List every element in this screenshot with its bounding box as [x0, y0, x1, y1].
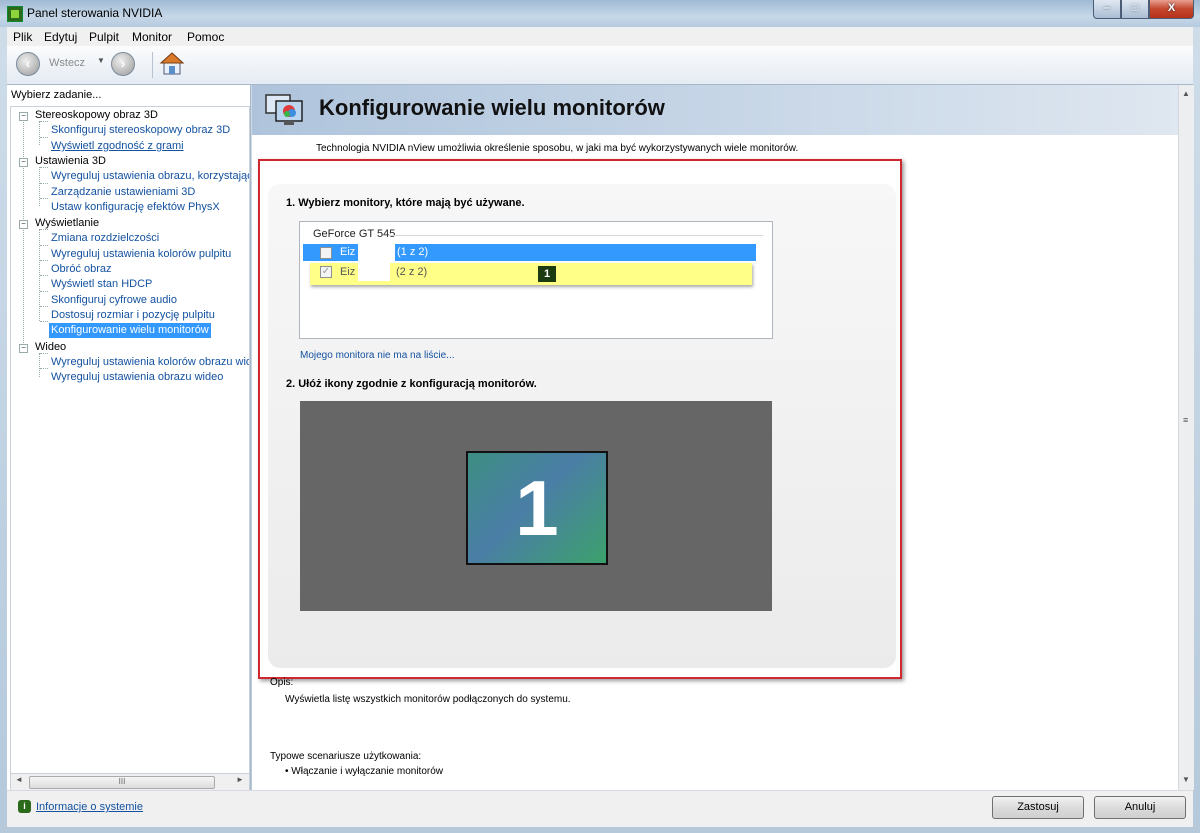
- task-pane: Wybierz zadanie... − Stereoskopowy obraz…: [7, 85, 251, 791]
- scenarios-label: Typowe scenariusze użytkowania:: [270, 751, 422, 762]
- tree-item-physx[interactable]: Ustaw konfigurację efektów PhysX: [51, 200, 220, 215]
- menu-pulpit[interactable]: Pulpit: [89, 30, 119, 44]
- page-description: Technologia NVIDIA nView umożliwia okreś…: [316, 143, 799, 154]
- monitor-row-2[interactable]: ✓ Eiz (2 z 2) 1: [310, 259, 752, 285]
- tree-category-3d-settings[interactable]: Ustawienia 3D: [35, 154, 106, 169]
- collapse-3d-settings-icon[interactable]: −: [19, 158, 28, 167]
- task-tree: − Stereoskopowy obraz 3D Skonfiguruj ste…: [10, 106, 250, 775]
- history-dropdown-icon[interactable]: ▼: [97, 56, 105, 65]
- description-text: Wyświetla listę wszystkich monitorów pod…: [285, 694, 571, 705]
- tree-item-game-compatibility[interactable]: Wyświetl zgodność z grami: [51, 139, 184, 154]
- redaction: [358, 259, 390, 281]
- nvidia-control-panel-window: Panel sterowania NVIDIA – □ X Plik Edytu…: [0, 0, 1200, 833]
- close-button[interactable]: X: [1149, 0, 1194, 19]
- page-title: Konfigurowanie wielu monitorów: [319, 95, 665, 120]
- description-label: Opis:: [270, 677, 294, 688]
- tree-category-stereo-3d[interactable]: Stereoskopowy obraz 3D: [35, 108, 158, 123]
- home-icon[interactable]: [159, 51, 185, 77]
- tree-item-desktop-size[interactable]: Dostosuj rozmiar i pozycję pulpitu: [51, 308, 215, 323]
- scenario-item: • Włączanie i wyłączanie monitorów: [285, 766, 444, 777]
- tree-item-resolution[interactable]: Zmiana rozdzielczości: [51, 231, 159, 246]
- menu-edytuj[interactable]: Edytuj: [44, 30, 77, 44]
- task-tree-scrollbar[interactable]: ◄ III ►: [10, 773, 250, 791]
- scroll-down-icon[interactable]: ▼: [1182, 775, 1190, 784]
- step1-heading: 1. Wybierz monitory, które mają być używ…: [286, 197, 525, 209]
- minimize-button[interactable]: –: [1093, 0, 1121, 19]
- menu-monitor[interactable]: Monitor: [132, 30, 172, 44]
- collapse-stereo-icon[interactable]: −: [19, 112, 28, 121]
- tree-item-configure-stereo[interactable]: Skonfiguruj stereoskopowy obraz 3D: [51, 123, 230, 138]
- tree-item-video-image[interactable]: Wyreguluj ustawienia obrazu wideo: [51, 370, 223, 385]
- monitor-tile-number: 1: [515, 464, 559, 552]
- step2-heading: 2. Ułóż ikony zgodnie z konfiguracją mon…: [286, 378, 537, 390]
- tree-category-video[interactable]: Wideo: [35, 340, 66, 355]
- monitor-not-listed-link[interactable]: Mojego monitora nie ma na liście...: [300, 350, 455, 361]
- collapse-display-icon[interactable]: −: [19, 220, 28, 229]
- scroll-right-icon[interactable]: ►: [236, 775, 244, 784]
- main-content: Konfigurowanie wielu monitorów Technolog…: [252, 85, 1178, 790]
- task-pane-header: Wybierz zadanie...: [11, 89, 102, 101]
- monitor-list: GeForce GT 545 Eiz (1 z 2) ✓ Eiz (2 z 2)…: [299, 221, 773, 339]
- scroll-up-icon[interactable]: ▲: [1182, 89, 1190, 98]
- nvidia-logo-icon: [7, 6, 23, 22]
- tree-item-hdcp[interactable]: Wyświetl stan HDCP: [51, 277, 152, 292]
- scroll-left-icon[interactable]: ◄: [15, 775, 23, 784]
- system-info-icon: i: [18, 800, 31, 813]
- monitor-1-index: (1 z 2): [397, 246, 429, 258]
- monitor-2-index: (2 z 2): [396, 266, 428, 278]
- scroll-thumb[interactable]: III: [29, 776, 215, 789]
- tree-item-multi-monitor[interactable]: Konfigurowanie wielu monitorów: [49, 323, 211, 338]
- window-controls: – □ X: [1093, 0, 1194, 20]
- bottom-bar: i Informacje o systemie Zastosuj Anuluj: [7, 790, 1193, 827]
- monitor-2-badge: 1: [538, 266, 556, 282]
- menu-plik[interactable]: Plik: [13, 30, 32, 44]
- tree-category-display[interactable]: Wyświetlanie: [35, 216, 99, 231]
- maximize-button[interactable]: □: [1121, 0, 1149, 19]
- toolbar: ‹ Wstecz ▼ ›: [7, 46, 1193, 85]
- monitor-1-checkbox[interactable]: [320, 247, 332, 259]
- page-header: Konfigurowanie wielu monitorów: [252, 85, 1178, 135]
- scroll-grip-icon[interactable]: ≡: [1183, 415, 1188, 425]
- menu-pomoc[interactable]: Pomoc: [187, 30, 224, 44]
- cancel-button[interactable]: Anuluj: [1094, 796, 1186, 819]
- content-scrollbar[interactable]: ▲ ≡ ▼: [1178, 85, 1194, 790]
- menu-bar: Plik Edytuj Pulpit Monitor Pomoc: [7, 27, 1193, 47]
- back-button-label[interactable]: Wstecz: [49, 57, 85, 69]
- collapse-video-icon[interactable]: −: [19, 344, 28, 353]
- monitor-1-tile[interactable]: 1: [466, 451, 608, 565]
- gpu-group-label: GeForce GT 545: [313, 228, 396, 240]
- back-arrow-icon[interactable]: ‹: [16, 52, 40, 76]
- monitor-1-name: Eiz: [340, 246, 356, 258]
- monitor-2-checkbox[interactable]: ✓: [320, 266, 332, 278]
- tree-item-image-settings[interactable]: Wyreguluj ustawienia obrazu, korzystając…: [51, 169, 249, 184]
- tree-item-desktop-colors[interactable]: Wyreguluj ustawienia kolorów pulpitu: [51, 247, 231, 262]
- toolbar-separator: [152, 52, 153, 78]
- title-bar[interactable]: Panel sterowania NVIDIA – □ X: [0, 0, 1200, 27]
- system-info-link[interactable]: Informacje o systemie: [36, 801, 143, 813]
- tree-item-manage-3d[interactable]: Zarządzanie ustawieniami 3D: [51, 185, 195, 200]
- monitor-arrangement-area[interactable]: 1: [300, 401, 772, 611]
- tree-item-digital-audio[interactable]: Skonfiguruj cyfrowe audio: [51, 293, 177, 308]
- multi-monitor-icon: [265, 94, 303, 125]
- tree-item-video-colors[interactable]: Wyreguluj ustawienia kolorów obrazu wide…: [51, 355, 249, 370]
- apply-button[interactable]: Zastosuj: [992, 796, 1084, 819]
- monitor-2-name: Eiz: [340, 266, 356, 278]
- tree-item-rotate[interactable]: Obróć obraz: [51, 262, 112, 277]
- window-title: Panel sterowania NVIDIA: [27, 6, 163, 20]
- forward-arrow-icon[interactable]: ›: [111, 52, 135, 76]
